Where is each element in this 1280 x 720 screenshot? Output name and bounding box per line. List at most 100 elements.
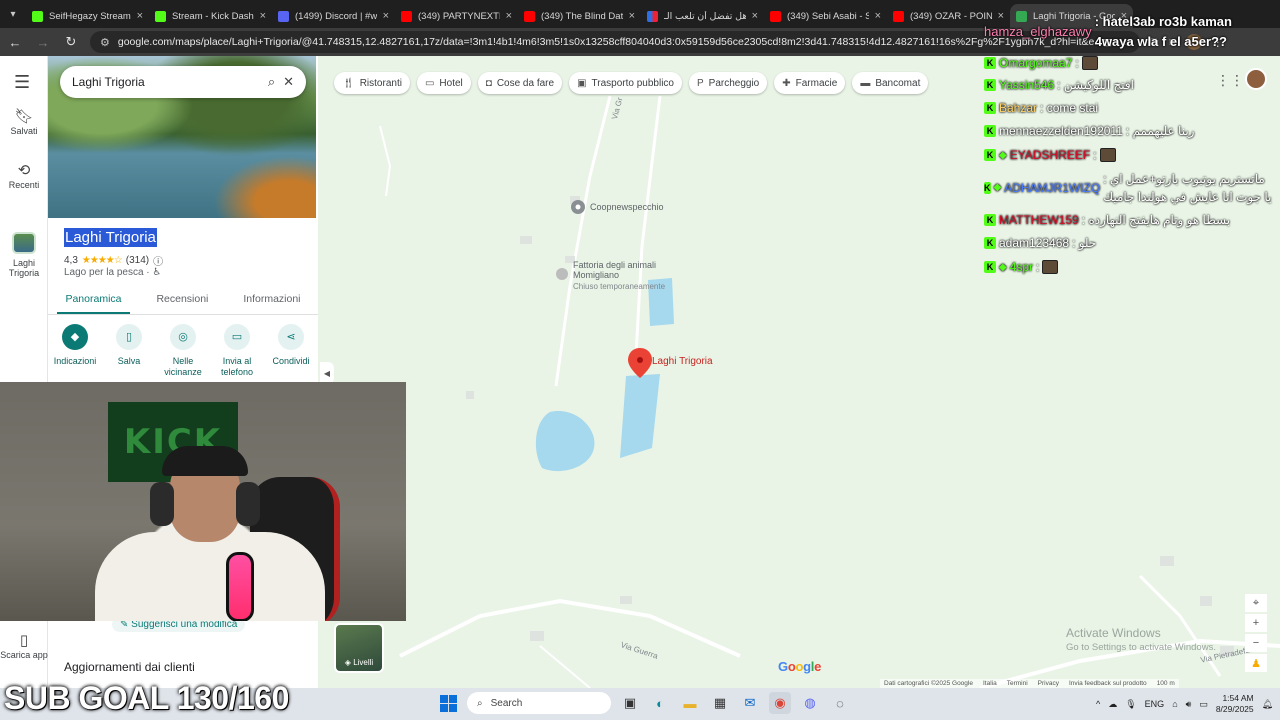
rail-item-saved[interactable]: 🔖︎ Salvati <box>0 109 48 136</box>
place-actions: ◆ Indicazioni ▯ Salva ◎ Nelle vicinanze ▭ In… <box>48 324 318 378</box>
chevron-up-icon[interactable]: ^ <box>1096 699 1100 709</box>
gem-badge-icon: ◆ <box>993 182 1002 193</box>
info-icon[interactable]: ⓘ <box>153 253 163 268</box>
browser-tab[interactable]: (349) Sebi Asabi - Se × <box>764 4 887 28</box>
close-tab-icon[interactable]: × <box>260 10 266 22</box>
forward-icon[interactable]: → <box>34 33 52 51</box>
chip-restaurants[interactable]: 🍴︎ Ristoranti <box>334 72 410 94</box>
history-icon: ⟲ <box>17 162 31 179</box>
url-input[interactable]: ⚙ google.com/maps/place/Laghi+Trigoria/@… <box>90 31 1140 53</box>
rail-item-place[interactable]: Laghi Trigoria <box>0 232 48 278</box>
kick-badge-icon: K <box>984 149 996 161</box>
map-label-coop[interactable]: Coopnewspecchio <box>590 202 664 212</box>
discord-icon <box>278 10 289 22</box>
close-tab-icon[interactable]: × <box>629 10 635 22</box>
browser-tab[interactable]: SeifHegazy Stream - × <box>26 4 149 28</box>
start-button[interactable] <box>437 692 459 714</box>
notification-bell-icon[interactable]: 🔔︎ <box>1262 699 1273 710</box>
back-icon[interactable]: ← <box>6 33 24 51</box>
nearby-button[interactable]: ◎ Nelle vicinanze <box>157 324 209 378</box>
phone-icon: ▭ <box>224 324 250 350</box>
rating-stars-icon: ★★★★☆ <box>81 255 123 266</box>
my-location-icon[interactable]: ⌖ <box>1245 594 1267 612</box>
task-view-icon[interactable]: ▣ <box>619 692 641 714</box>
close-tab-icon[interactable]: × <box>875 10 881 22</box>
chip-atm[interactable]: ▬ Bancomat <box>852 72 929 94</box>
menu-icon[interactable]: ☰ <box>14 72 30 93</box>
download-app-button[interactable]: ▯ Scarica app <box>0 633 48 660</box>
chat-message: K ◆ EYADSHREEF : <box>984 148 1116 162</box>
tab-search-chevron-icon[interactable]: ▾ <box>0 0 26 28</box>
tab-info[interactable]: Informazioni <box>243 286 300 314</box>
road <box>554 95 612 387</box>
headphone-icon <box>236 482 260 526</box>
chat-message: K Omargomaa7 : <box>984 56 1098 70</box>
map-label-fattoria[interactable]: Fattoria degli animali Momigliano <box>573 260 663 280</box>
chip-parking[interactable]: P Parcheggio <box>688 72 768 94</box>
place-thumbnail <box>12 232 36 254</box>
map-label-fattoria-status: Chiuso temporaneamente <box>573 282 666 291</box>
location-pin-dot <box>637 357 643 363</box>
site-info-icon[interactable]: ⚙ <box>100 36 110 49</box>
chip-things-to-do[interactable]: ◘ Cose da fare <box>477 72 563 94</box>
chat-message: K ◆ ADHAMJR1WIZQ : ماتستريم يوتيوب بارتو… <box>984 172 1272 204</box>
directions-button[interactable]: ◆ Indicazioni <box>49 324 101 378</box>
transit-icon: ▣ <box>577 77 587 89</box>
kick-badge-icon: K <box>984 214 996 226</box>
file-explorer-icon[interactable]: ▬ <box>679 692 701 714</box>
store-icon[interactable]: ▦ <box>709 692 731 714</box>
restaurant-icon: 🍴︎ <box>342 77 355 89</box>
browser-tab[interactable]: (1499) Discord | #wel × <box>272 4 395 28</box>
place-tabs: Panoramica Recensioni Informazioni <box>48 286 318 315</box>
zoom-out-button[interactable]: − <box>1245 634 1267 652</box>
building <box>1200 596 1212 606</box>
obs-icon[interactable]: ◌ <box>829 692 851 714</box>
browser-tab[interactable]: Stream - Kick Dashbo× <box>149 4 272 28</box>
close-tab-icon[interactable]: × <box>137 10 143 22</box>
collapse-panel-button[interactable]: ◀ <box>320 362 334 384</box>
map-filter-chips: 🍴︎ Ristoranti ▭ Hotel ◘ Cose da fare ▣ Trasp… <box>334 72 929 94</box>
close-icon[interactable]: ✕ <box>283 74 294 90</box>
close-tab-icon[interactable]: × <box>383 10 389 22</box>
road <box>379 125 392 197</box>
zoom-in-button[interactable]: + <box>1245 614 1267 632</box>
taskbar-search[interactable]: ⌕ Search <box>467 692 611 714</box>
map-pin-label[interactable]: Laghi Trigoria <box>652 356 713 367</box>
chat-message: hamza_elghazawy : hatel3ab ro3b kaman 4w… <box>984 14 1232 49</box>
chrome-icon[interactable]: ◉ <box>769 692 791 714</box>
close-tab-icon[interactable]: × <box>752 10 758 22</box>
chip-pharmacies[interactable]: ✚ Farmacie <box>774 72 846 94</box>
coop-marker-dot <box>575 204 581 210</box>
save-button[interactable]: ▯ Salva <box>103 324 155 378</box>
camera-icon: ◘ <box>485 77 492 89</box>
discord-icon[interactable]: ◍ <box>799 692 821 714</box>
pegman-icon[interactable]: ♟ <box>1245 654 1267 672</box>
emote-icon <box>1081 56 1098 70</box>
send-to-phone-button[interactable]: ▭ Invia al telefono <box>211 324 263 378</box>
stream-chat-overlay: hamza_elghazawy : hatel3ab ro3b kaman 4w… <box>984 10 1274 280</box>
layers-button[interactable]: ◈ Livelli <box>334 623 384 673</box>
volume-icon[interactable]: 🔊︎ <box>1186 699 1192 710</box>
close-tab-icon[interactable]: × <box>506 10 512 22</box>
browser-tab[interactable]: (349) The Blind Date × <box>518 4 641 28</box>
rail-item-recent[interactable]: ⟲ Recenti <box>0 162 48 190</box>
emote-icon <box>1099 148 1116 162</box>
microphone-icon[interactable]: 🎙︎ <box>1125 699 1136 710</box>
search-icon[interactable]: ⌕ <box>268 74 275 90</box>
bookmark-icon: ▯ <box>116 324 142 350</box>
browser-tab[interactable]: هل تفضل أن تلعب الـ × <box>641 4 764 28</box>
share-button[interactable]: ⋖ Condividi <box>265 324 317 378</box>
clock[interactable]: 1:54 AM 8/29/2025 <box>1216 693 1254 715</box>
search-box[interactable]: Laghi Trigoria ⌕ ✕ <box>60 66 306 98</box>
chip-transit[interactable]: ▣ Trasporto pubblico <box>569 72 682 94</box>
battery-icon[interactable]: ▭ <box>1199 699 1208 710</box>
cloud-icon[interactable]: ☁ <box>1108 699 1117 710</box>
reload-icon[interactable]: ↻ <box>62 33 80 51</box>
tab-overview[interactable]: Panoramica <box>57 286 130 314</box>
outlook-icon[interactable]: ✉ <box>739 692 761 714</box>
tab-reviews[interactable]: Recensioni <box>156 286 208 314</box>
chip-hotels[interactable]: ▭ Hotel <box>416 72 471 94</box>
network-icon[interactable]: ⌂ <box>1172 699 1177 709</box>
browser-tab[interactable]: (349) PARTYNEXTDO× <box>395 4 518 28</box>
edge-icon[interactable]: ◐ <box>649 692 671 714</box>
